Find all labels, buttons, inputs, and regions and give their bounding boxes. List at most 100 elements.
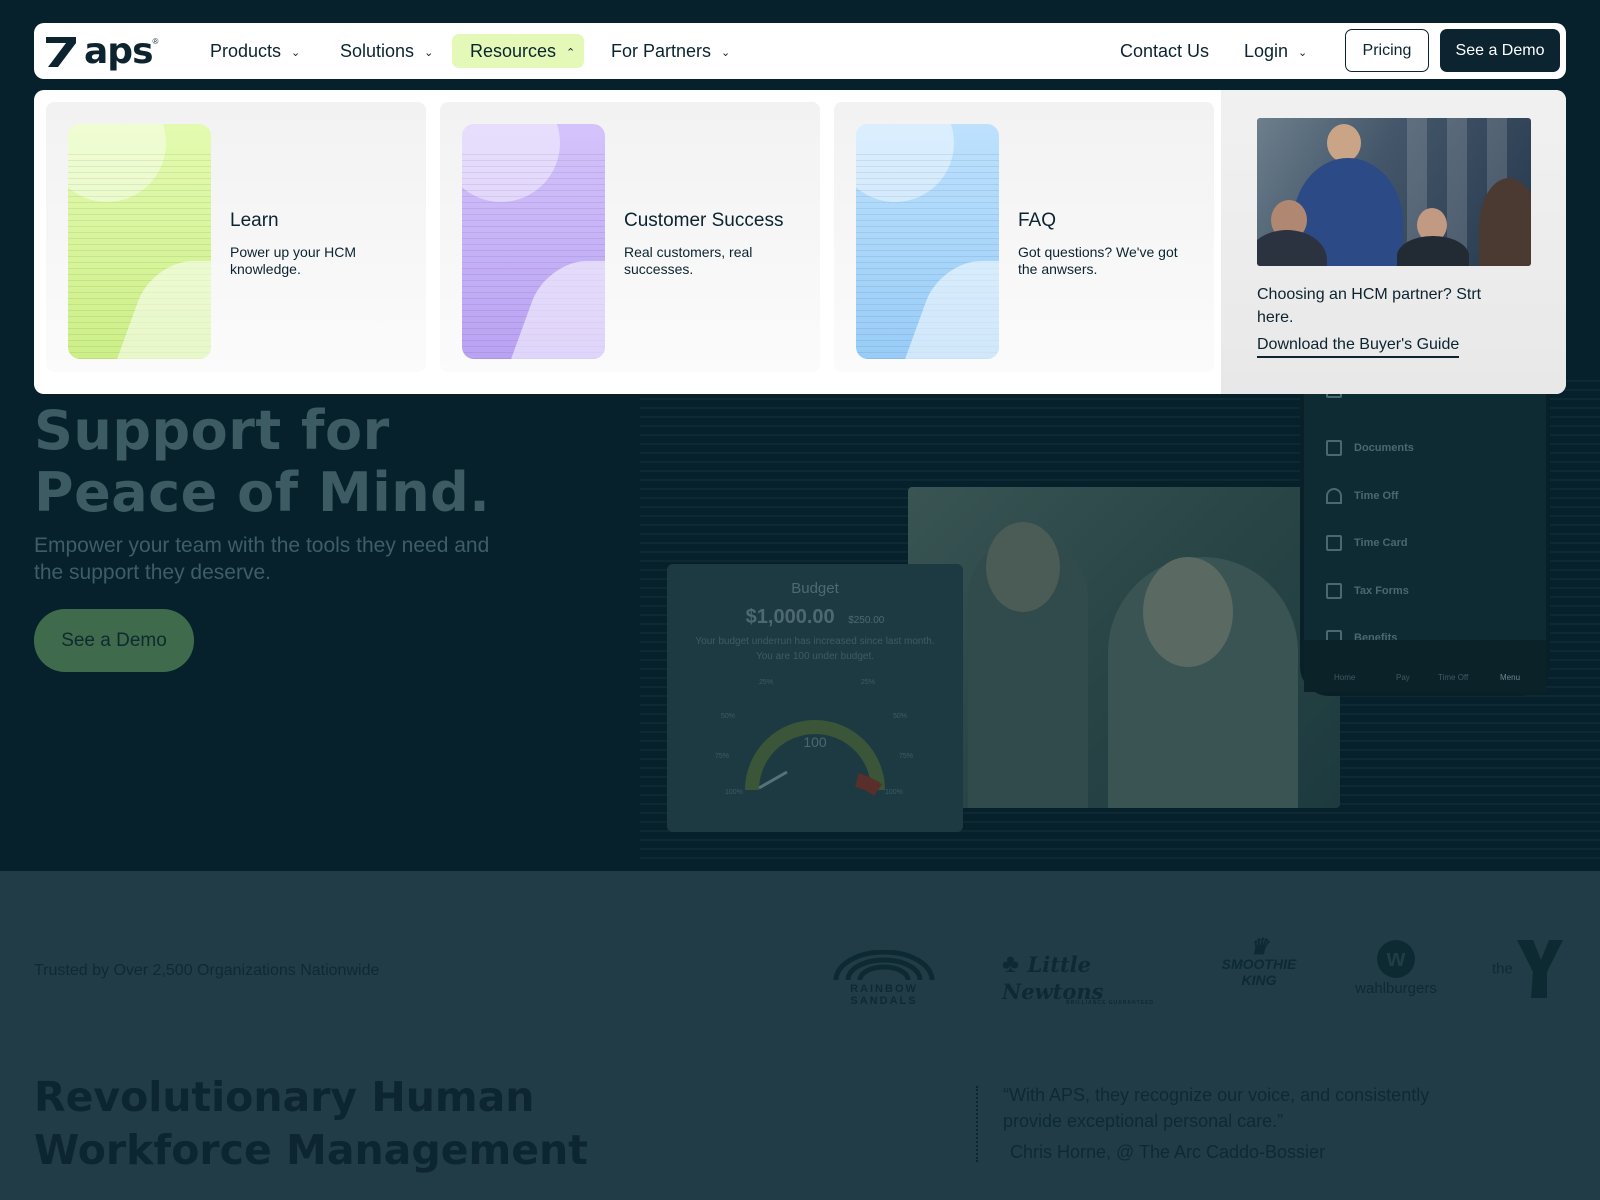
phone-tab-time-off: Time Off (1438, 673, 1469, 682)
chevron-down-icon: ⌄ (291, 46, 301, 59)
nav-products[interactable]: Products ⌄ (192, 34, 318, 68)
resource-card-faq[interactable]: FAQ Got questions? We've got the anwsers… (834, 102, 1214, 372)
rainbow-sandals-text: RAINBOW SANDALS (850, 983, 918, 1007)
nav-login[interactable]: Login ⌄ (1238, 34, 1313, 68)
buyers-guide-feature: Choosing an HCM partner? Strt here. Down… (1221, 90, 1566, 394)
little-newtons-logo: ♣ Little Newtons BRILLIANCE GUARANTEED (1002, 948, 1170, 1006)
section-title-line-1: Revolutionary Human (34, 1073, 535, 1121)
phone-item-documents: Documents (1354, 442, 1414, 454)
registered-mark: ® (152, 37, 159, 46)
phone-item-time-card: Time Card (1354, 537, 1408, 549)
brand-name: aps (84, 31, 153, 72)
hero-team-photo (908, 487, 1340, 808)
hero-subtitle: Empower your team with the tools they ne… (34, 534, 490, 584)
testimonial-quote: “With APS, they recognize our voice, and… (1003, 1085, 1430, 1131)
chevron-up-icon: ⌃ (566, 46, 576, 59)
palm-tree-icon (1326, 488, 1342, 504)
smoothie-text: SMOOTHIE (1221, 956, 1297, 972)
y-letter-icon (1517, 940, 1564, 998)
hero-title-line-1: Support for (34, 399, 390, 462)
wahlburgers-w-icon: w (1377, 940, 1415, 978)
gauge-tick: 50% (893, 713, 907, 720)
resources-dropdown: Learn Power up your HCM knowledge. Custo… (34, 90, 1566, 394)
gauge-tick: 50% (721, 713, 735, 720)
budget-title: Budget (791, 580, 839, 597)
gauge-tick: 25% (861, 679, 875, 686)
the-y-text: the (1492, 960, 1513, 978)
card-title: Customer Success (624, 210, 784, 231)
budget-amount-alt: $250.00 (848, 615, 885, 626)
phone-item-time-off: Time Off (1354, 490, 1399, 502)
phone-item-tax-forms: Tax Forms (1354, 585, 1409, 597)
crown-icon: ♛ (1249, 934, 1269, 959)
ymca-logo: the (1492, 940, 1566, 998)
card-description: Real customers, real successes. (624, 244, 753, 277)
tax-form-icon (1326, 583, 1342, 599)
gauge-tick: 25% (759, 679, 773, 686)
main-nav: aps ® Products ⌄ Solutions ⌄ Resources ⌃… (34, 23, 1566, 79)
budget-amount: $1,000.00 $250.00 (667, 606, 963, 629)
card-title: FAQ (1018, 210, 1057, 231)
nav-for-partners[interactable]: For Partners ⌄ (593, 34, 748, 68)
budget-note-line-2: You are 100 under budget. (755, 651, 875, 662)
nav-for-partners-label: For Partners (611, 40, 712, 61)
wahlburgers-text: wahlburgers (1355, 980, 1437, 997)
budget-gauge: 100 0% 25% 25% 50% 50% 75% 75% 100% 100% (715, 679, 913, 796)
aps-logo[interactable]: aps ® (44, 31, 158, 72)
phone-tab-bar: Home Pay Time Off Menu (1304, 640, 1546, 692)
see-a-demo-button[interactable]: See a Demo (1440, 29, 1560, 72)
nav-solutions[interactable]: Solutions ⌄ (322, 34, 451, 68)
hero-demo-button[interactable]: See a Demo (34, 609, 194, 672)
nav-contact-us[interactable]: Contact Us (1114, 34, 1215, 68)
aps-mark-icon (46, 36, 76, 67)
rainbow-sandals-logo: RAINBOW SANDALS (818, 949, 950, 1007)
nav-products-label: Products (210, 40, 282, 61)
document-icon (1326, 440, 1342, 456)
wahlburgers-logo: w wahlburgers (1350, 940, 1442, 997)
rainbow-arc-icon (833, 949, 935, 981)
section-title: Revolutionary Human Workforce Management (34, 1071, 588, 1177)
calendar-icon (1326, 535, 1342, 551)
gauge-tick: 75% (715, 753, 729, 760)
phone-tab-pay: Pay (1396, 673, 1410, 682)
testimonial-author: Chris Horne, @ The Arc Caddo-Bossier (1010, 1142, 1326, 1162)
phone-tab-menu: Menu (1500, 673, 1521, 682)
gauge-tick: 100% (725, 789, 743, 796)
gauge-value: 100 (803, 734, 827, 750)
mobile-app-mockup: Newsfeed Documents Time Off Time Card Ta… (1300, 380, 1550, 696)
budget-widget: Budget $1,000.00 $250.00 Your budget und… (667, 564, 963, 832)
tree-icon: ♣ (1002, 948, 1020, 978)
customer-success-thumbnail (462, 124, 605, 359)
smoothie-king-logo: ♛ SMOOTHIE KING (1218, 934, 1300, 989)
nav-resources-label: Resources (470, 40, 557, 61)
nav-resources[interactable]: Resources ⌃ (452, 34, 584, 68)
phone-tab-home: Home (1334, 673, 1356, 682)
buyers-guide-text: Choosing an HCM partner? Strt here. (1257, 286, 1482, 326)
learn-thumbnail (68, 124, 211, 359)
card-title: Learn (230, 210, 279, 231)
quote-divider (976, 1086, 978, 1162)
budget-note: Your budget underrun has increased since… (667, 634, 963, 664)
hero-title-line-2: Peace of Mind. (34, 461, 491, 524)
gauge-tick: 75% (899, 753, 913, 760)
chevron-down-icon: ⌄ (721, 46, 731, 59)
photo-head-left (986, 522, 1060, 612)
card-description: Got questions? We've got the anwsers. (1018, 244, 1178, 277)
gauge-arc-red (854, 773, 883, 796)
faq-thumbnail (856, 124, 999, 359)
nav-solutions-label: Solutions (340, 40, 415, 61)
photo-head-right (1143, 557, 1233, 667)
download-buyers-guide-link[interactable]: Download the Buyer's Guide (1257, 336, 1460, 358)
trusted-label: Trusted by Over 2,500 Organizations Nati… (34, 962, 380, 979)
little-newtons-tagline: BRILLIANCE GUARANTEED (1066, 1000, 1154, 1006)
resource-card-customer-success[interactable]: Customer Success Real customers, real su… (440, 102, 820, 372)
gauge-tick: 100% (885, 789, 903, 796)
king-text: KING (1241, 972, 1277, 988)
business-meeting-photo (1257, 118, 1531, 266)
resource-card-learn[interactable]: Learn Power up your HCM knowledge. (46, 102, 426, 372)
photo-head (1327, 124, 1361, 162)
pricing-button[interactable]: Pricing (1345, 29, 1429, 72)
hero-title: Support for Peace of Mind. (34, 400, 490, 524)
chevron-down-icon: ⌄ (1298, 46, 1308, 59)
budget-amount-value: $1,000.00 (745, 606, 835, 628)
